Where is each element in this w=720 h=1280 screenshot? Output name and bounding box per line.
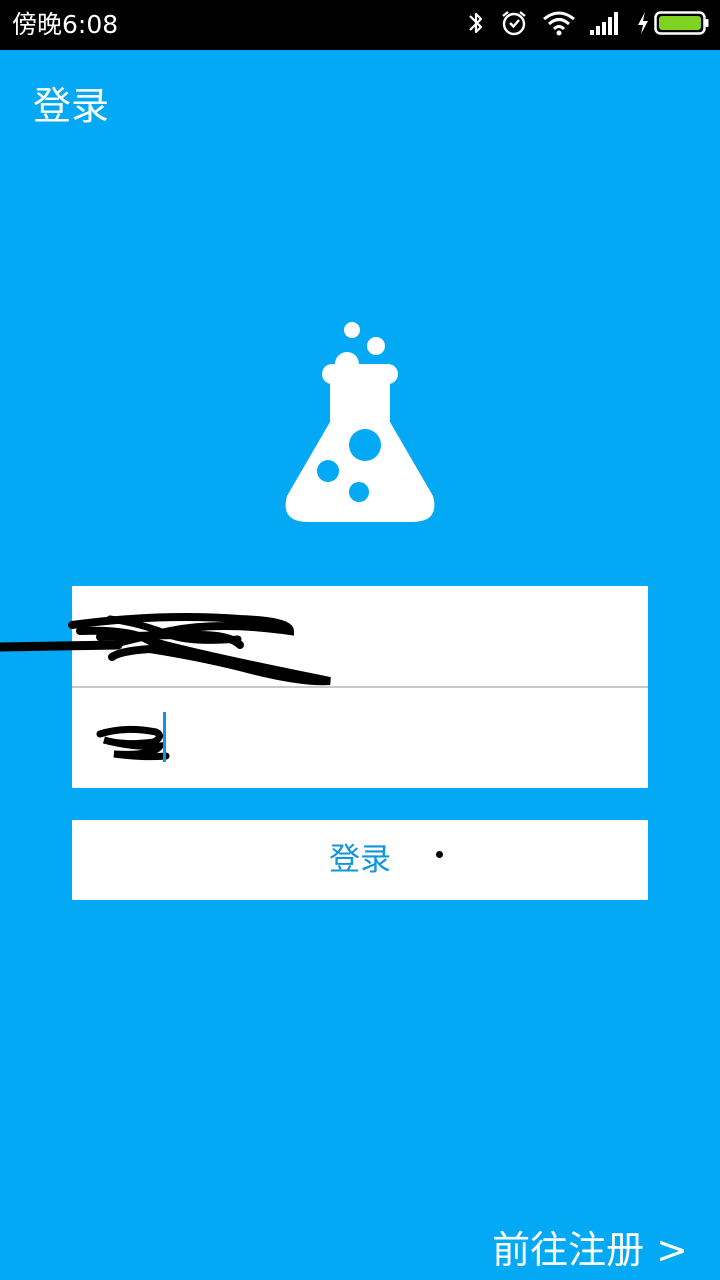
bluetooth-icon <box>466 9 486 41</box>
wifi-icon <box>542 10 576 40</box>
battery-icon <box>654 10 710 40</box>
username-field[interactable] <box>72 586 648 686</box>
signal-icon <box>590 11 622 39</box>
charging-icon <box>636 11 650 39</box>
touch-indicator <box>436 851 443 858</box>
status-icons <box>452 8 710 42</box>
login-button[interactable]: 登录 <box>72 820 648 900</box>
password-field[interactable] <box>72 688 648 788</box>
alarm-icon <box>500 9 528 41</box>
page-title: 登录 <box>33 84 110 128</box>
status-bar: 傍晚6:08 <box>0 0 720 50</box>
status-time: 傍晚6:08 <box>12 10 119 39</box>
flask-icon <box>270 310 450 530</box>
login-button-label: 登录 <box>329 842 391 878</box>
register-link[interactable]: 前往注册 > <box>492 1222 688 1278</box>
